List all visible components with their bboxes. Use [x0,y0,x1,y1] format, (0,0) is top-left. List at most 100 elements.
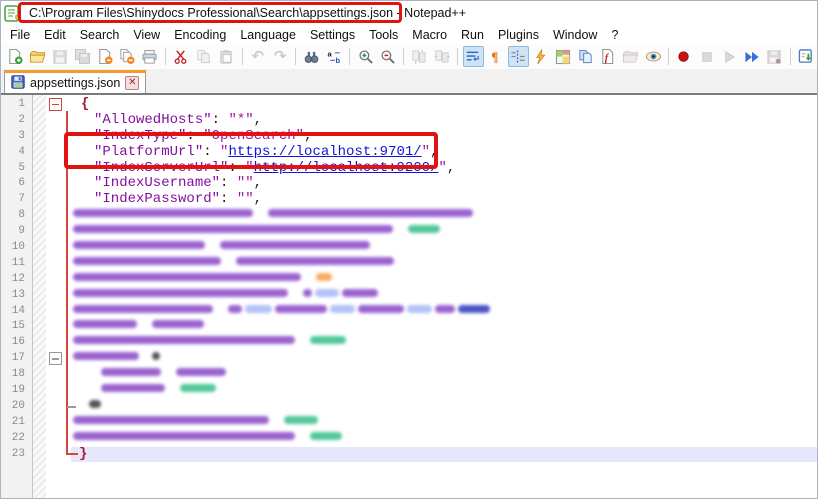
new-file-button[interactable] [5,46,25,67]
code-line[interactable] [71,256,817,272]
code-line[interactable] [71,335,817,351]
line-number[interactable]: 5 [1,161,32,177]
code-line[interactable] [71,304,817,320]
code-line[interactable] [71,399,817,415]
tab-appsettings-json[interactable]: appsettings.json ✕ [4,70,146,93]
sync-vertical-scrolling-button[interactable] [409,46,429,67]
code-line[interactable] [71,319,817,335]
line-number[interactable]: 17 [1,351,32,367]
code-line[interactable] [71,224,817,240]
menu-item-macro[interactable]: Macro [405,27,454,43]
code-line[interactable] [71,208,817,224]
code-token-url[interactable]: http://localhost:9200/ [254,160,439,176]
save-button[interactable] [50,46,70,67]
menu-item-encoding[interactable]: Encoding [167,27,233,43]
zoom-out-button[interactable] [378,46,398,67]
menu-item-language[interactable]: Language [233,27,303,43]
menu-item-edit[interactable]: Edit [37,27,73,43]
code-editor[interactable]: 1234567891011121314151617181920212223 {"… [1,95,817,498]
zoom-in-button[interactable] [355,46,375,67]
line-number[interactable]: 22 [1,431,32,447]
line-number[interactable]: 6 [1,176,32,192]
menu-item-plugins[interactable]: Plugins [491,27,546,43]
undo-button[interactable]: ↶ [248,46,268,67]
code-token-url[interactable]: https://localhost:9701/ [228,144,421,160]
line-number[interactable]: 18 [1,367,32,383]
line-number[interactable]: 13 [1,288,32,304]
line-number[interactable]: 20 [1,399,32,415]
close-button[interactable] [95,46,115,67]
macro-record-button[interactable] [674,46,694,67]
macro-run-multiple-button[interactable] [742,46,762,67]
menu-item-file[interactable]: File [3,27,37,43]
macro-stop-button[interactable] [697,46,717,67]
line-number[interactable]: 10 [1,240,32,256]
code-line[interactable] [71,367,817,383]
code-line-current[interactable]: } [71,447,817,463]
code-line[interactable] [71,415,817,431]
line-number[interactable]: 8 [1,208,32,224]
menu-item-view[interactable]: View [126,27,167,43]
define-language-button[interactable] [531,46,551,67]
show-indent-guide-button[interactable] [508,46,528,67]
code-line[interactable]: "IndexUsername": "", [71,176,817,192]
fold-collapse-icon[interactable] [49,98,62,111]
function-list-button[interactable]: f [598,46,618,67]
code-line[interactable]: "PlatformUrl": "https://localhost:9701/"… [71,145,817,161]
document-list-button[interactable] [575,46,595,67]
menu-item-search[interactable]: Search [73,27,127,43]
line-number[interactable]: 15 [1,319,32,335]
paste-button[interactable] [216,46,236,67]
monitoring-button[interactable] [643,46,663,67]
save-all-button[interactable] [72,46,92,67]
find-button[interactable] [301,46,321,67]
code-line[interactable] [71,272,817,288]
folder-as-workspace-button[interactable] [620,46,640,67]
close-all-button[interactable] [117,46,137,67]
edit-popup-button[interactable] [796,46,816,67]
line-number[interactable]: 21 [1,415,32,431]
code-line[interactable] [71,240,817,256]
bookmark-margin[interactable] [33,95,46,498]
replace-button[interactable]: ab [324,46,344,67]
line-number[interactable]: 9 [1,224,32,240]
code-line[interactable]: "AllowedHosts": "*", [71,113,817,129]
code-lines[interactable]: {"AllowedHosts": "*","IndexType": "OpenS… [71,97,817,462]
line-number[interactable]: 2 [1,113,32,129]
menu-item-settings[interactable]: Settings [303,27,362,43]
copy-button[interactable] [194,46,214,67]
menu-item-run[interactable]: Run [454,27,491,43]
line-number[interactable]: 1 [1,97,32,113]
cut-button[interactable] [171,46,191,67]
menu-item-window[interactable]: Window [546,27,604,43]
document-map-button[interactable] [553,46,573,67]
code-line[interactable]: { [71,97,817,113]
line-number[interactable]: 16 [1,335,32,351]
open-file-button[interactable] [27,46,47,67]
line-number[interactable]: 11 [1,256,32,272]
code-line[interactable]: "IndexType": "OpenSearch", [71,129,817,145]
line-number[interactable]: 3 [1,129,32,145]
line-number-margin[interactable]: 1234567891011121314151617181920212223 [1,95,33,498]
print-button[interactable] [140,46,160,67]
menu-item-tools[interactable]: Tools [362,27,405,43]
line-number[interactable]: 23 [1,447,32,463]
line-number[interactable]: 14 [1,304,32,320]
show-all-characters-button[interactable]: ¶ [486,46,506,67]
fold-collapse-icon[interactable] [49,352,62,365]
macro-play-button[interactable] [719,46,739,67]
code-line[interactable] [71,383,817,399]
code-line[interactable] [71,288,817,304]
tab-close-icon[interactable]: ✕ [125,76,139,90]
code-line[interactable] [71,351,817,367]
word-wrap-button[interactable] [463,46,483,67]
code-line[interactable]: "IndexServerUrl": "http://localhost:9200… [71,161,817,177]
sync-horizontal-scrolling-button[interactable] [432,46,452,67]
menu-item-help[interactable]: ? [604,27,625,43]
line-number[interactable]: 4 [1,145,32,161]
line-number[interactable]: 12 [1,272,32,288]
line-number[interactable]: 19 [1,383,32,399]
line-number[interactable]: 7 [1,192,32,208]
code-line[interactable] [71,431,817,447]
redo-button[interactable]: ↷ [270,46,290,67]
